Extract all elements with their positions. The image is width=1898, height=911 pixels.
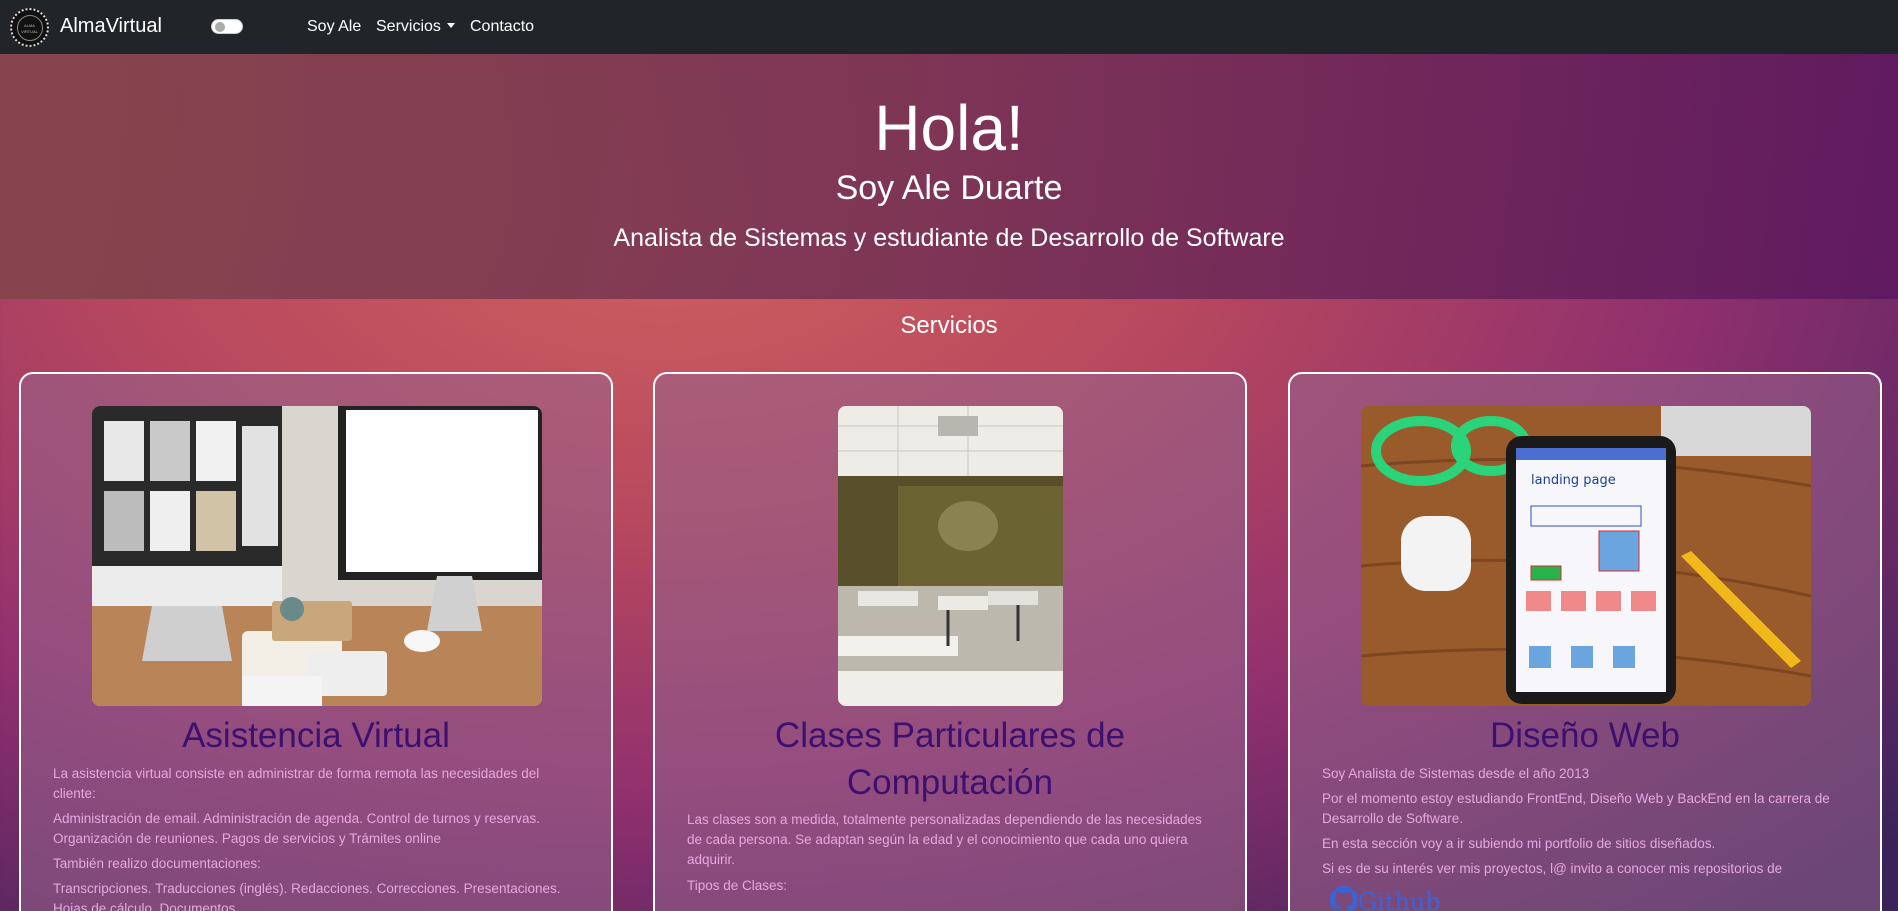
classroom-image — [838, 406, 1063, 706]
hero-name: Soy Ale Duarte — [835, 169, 1063, 207]
hero-banner: Hola! Soy Ale Duarte Analista de Sistema… — [0, 54, 1898, 299]
card-paragraph: La asistencia virtual consiste en admini… — [53, 766, 540, 801]
hero-role: Analista de Sistemas y estudiante de Des… — [613, 224, 1285, 252]
card-paragraph: Las clases son a medida, totalmente pers… — [687, 812, 1202, 867]
alma-virtual-logo-icon[interactable]: ALMA VIRTUAL — [10, 8, 49, 47]
card-title: Diseño Web — [1489, 716, 1680, 755]
toggle-knob — [215, 22, 225, 32]
desk-computer-image — [92, 406, 542, 706]
card-paragraph: En esta sección voy a ir subiendo mi por… — [1322, 836, 1716, 851]
card-paragraph: Soy Analista de Sistemas desde el año 20… — [1322, 766, 1590, 781]
card-paragraph: Administración de email. Administración … — [53, 811, 540, 846]
brand-name[interactable]: AlmaVirtual — [60, 15, 162, 38]
navbar: ALMA VIRTUAL AlmaVirtual Soy Ale Servici… — [0, 0, 1898, 54]
service-card-diseno-web: landing page Diseño Web Soy Analista de … — [1288, 372, 1882, 911]
github-icon — [1330, 886, 1358, 911]
github-link[interactable]: Github — [1330, 886, 1441, 911]
svg-text:landing page: landing page — [1531, 473, 1616, 488]
github-link-label: Github — [1358, 888, 1441, 911]
nav-link-soy-ale[interactable]: Soy Ale — [307, 18, 361, 36]
card-paragraph: Transcripciones. Traducciones (inglés). … — [53, 881, 561, 911]
service-card-clases-particulares: Clases Particulares de Computación Las c… — [653, 372, 1247, 911]
card-paragraph: Por el momento estoy estudiando FrontEnd… — [1322, 791, 1830, 826]
nav-dropdown-servicios[interactable]: Servicios — [376, 18, 455, 36]
logo-inner: ALMA VIRTUAL — [16, 14, 43, 41]
card-title: Clases Particulares de Computación — [774, 716, 1126, 802]
card-title: Asistencia Virtual — [182, 716, 450, 755]
services-title: Servicios — [900, 312, 998, 339]
tablet-landing-page-image: landing page — [1361, 406, 1811, 706]
card-paragraph: También realizo documentaciones: — [53, 856, 261, 871]
hero-greeting: Hola! — [874, 92, 1024, 164]
service-card-asistencia-virtual: Asistencia Virtual La asistencia virtual… — [19, 372, 613, 911]
dark-mode-toggle[interactable] — [211, 19, 243, 34]
card-paragraph: Tipos de Clases: — [687, 878, 788, 893]
nav-link-contacto[interactable]: Contacto — [470, 18, 534, 36]
card-paragraph: Si es de su interés ver mis proyectos, l… — [1322, 861, 1783, 876]
